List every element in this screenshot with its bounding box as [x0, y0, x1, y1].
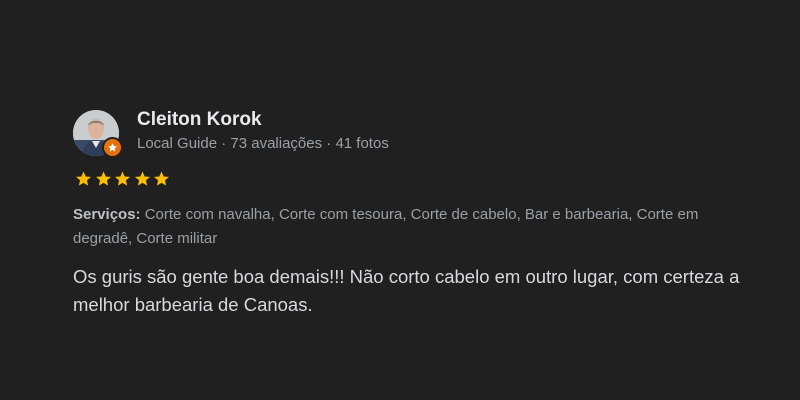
review-text: Os guris são gente boa demais!!! Não cor… — [73, 266, 740, 315]
star-icon — [154, 171, 169, 186]
local-guide-star-icon — [102, 137, 123, 158]
services-value: Corte com navalha, Corte com tesoura, Co… — [73, 206, 699, 247]
review-header: Cleiton Korok Local Guide · 73 avaliaçõe… — [73, 108, 753, 158]
star-icon — [76, 171, 91, 186]
author-info: Cleiton Korok Local Guide · 73 avaliaçõe… — [137, 108, 389, 155]
star-icon — [134, 171, 150, 186]
star-icon — [115, 171, 130, 186]
author-name[interactable]: Cleiton Korok — [137, 108, 389, 132]
star-rating — [74, 170, 753, 188]
author-meta: Local Guide · 73 avaliações · 41 fotos — [137, 135, 389, 152]
author-avatar[interactable] — [73, 110, 123, 158]
services-line: Serviços: Corte com navalha, Corte com t… — [73, 203, 753, 251]
review-card: Cleiton Korok Local Guide · 73 avaliaçõe… — [73, 108, 753, 319]
services-label: Serviços: — [73, 206, 141, 223]
star-icon — [95, 171, 111, 186]
